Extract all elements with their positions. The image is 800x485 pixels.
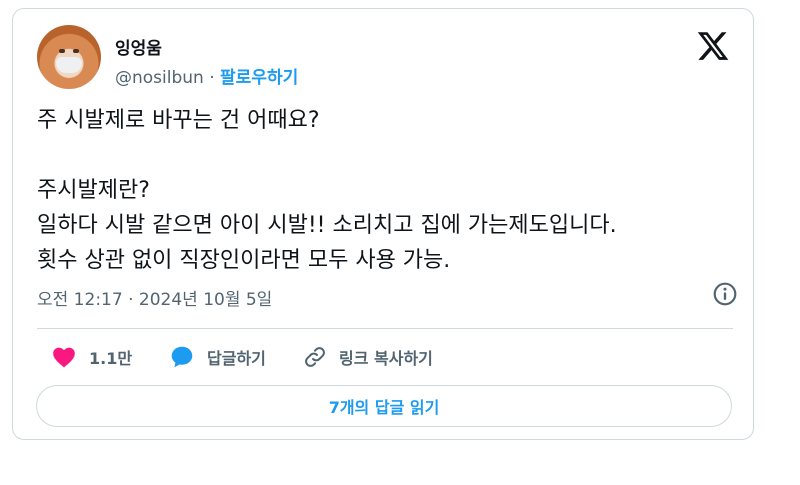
copy-link-label: 링크 복사하기	[339, 349, 433, 368]
tweet-card: 잉엉움 @nosilbun · 팔로우하기 주 시발제로 바꾸는 건 어때요? …	[12, 8, 754, 440]
author-handle[interactable]: @nosilbun	[115, 68, 204, 88]
author-handle-row: @nosilbun · 팔로우하기	[115, 63, 298, 88]
handle-separator: ·	[203, 68, 221, 88]
author-display-name[interactable]: 잉엉움	[115, 34, 162, 59]
tweet-body: 주 시발제로 바꾸는 건 어때요? 주시발제란? 일하다 시발 같으면 아이 시…	[37, 103, 737, 278]
avatar[interactable]	[37, 25, 101, 89]
tweet-line: 주 시발제로 바꾸는 건 어때요?	[37, 108, 320, 133]
tweet-line: 주시발제란?	[37, 178, 150, 203]
tweet-line: 일하다 시발 같으면 아이 시발!! 소리치고 집에 가는제도입니다.	[37, 213, 617, 238]
action-bar: 1.1만 답글하기 링크 복사하기	[37, 339, 737, 375]
speech-bubble-icon	[171, 346, 193, 368]
avatar-mask	[56, 57, 82, 73]
timestamp[interactable]: 오전 12:17 · 2024년 10월 5일	[37, 285, 272, 310]
read-replies-button[interactable]: 7개의 답글 읽기	[36, 385, 732, 427]
tweet-line: 횟수 상관 없이 직장인이라면 모두 사용 가능.	[37, 248, 451, 273]
tweet-meta: 오전 12:17 · 2024년 10월 5일	[37, 281, 737, 311]
avatar-eye	[59, 49, 65, 53]
follow-button[interactable]: 팔로우하기	[220, 68, 298, 88]
heart-icon	[53, 347, 75, 368]
like-count: 1.1만	[89, 349, 133, 368]
copy-link-button[interactable]: 링크 복사하기	[303, 339, 433, 375]
reply-label: 답글하기	[207, 349, 266, 368]
link-icon	[305, 347, 325, 367]
divider	[37, 328, 733, 329]
x-logo-icon[interactable]	[696, 29, 730, 63]
avatar-eye	[73, 49, 79, 53]
info-icon[interactable]	[712, 281, 738, 307]
like-button[interactable]: 1.1만	[51, 339, 132, 375]
reply-button[interactable]: 답글하기	[169, 339, 266, 375]
read-replies-label: 7개의 답글 읽기	[328, 398, 440, 417]
